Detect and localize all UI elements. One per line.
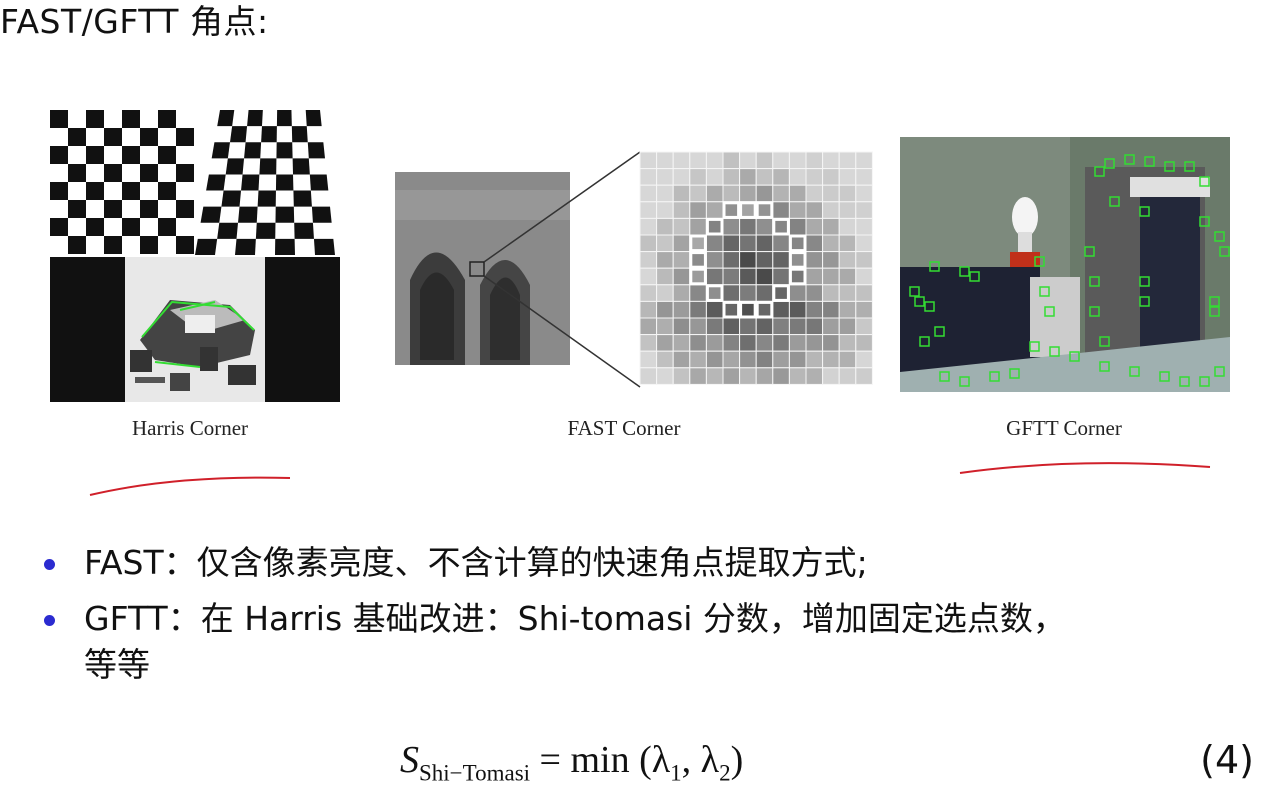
- formula-rhs: = min (λ: [539, 739, 671, 781]
- bullet-gftt-text: GFTT：在 Harris 基础改进：Shi-tomasi 分数，增加固定选点数…: [84, 599, 1066, 638]
- gftt-corner-image: [900, 137, 1230, 392]
- bullet-list: FAST：仅含像素亮度、不含计算的快速角点提取方式; GFTT：在 Harris…: [44, 540, 1254, 698]
- formula-close: ): [730, 739, 744, 781]
- slide-title: FAST/GFTT 角点:: [0, 2, 269, 41]
- red-underline-gftt: [959, 462, 1211, 474]
- bullet-dot: [44, 615, 55, 626]
- formula-subscript: Shi−Tomasi: [419, 760, 531, 786]
- bullet-fast: FAST：仅含像素亮度、不含计算的快速角点提取方式;: [44, 540, 1254, 586]
- gftt-caption: GFTT Corner: [1006, 416, 1122, 440]
- fast-caption: FAST Corner: [567, 416, 681, 440]
- red-underline-harris: [89, 476, 291, 496]
- shi-tomasi-formula: SShi−Tomasi = min (λ1, λ2): [400, 738, 743, 787]
- bullet-gftt-continuation: 等等: [84, 645, 150, 684]
- formula-symbol: S: [400, 739, 419, 781]
- harris-caption: Harris Corner: [131, 416, 249, 440]
- formula-sub2: 2: [719, 760, 731, 786]
- bullet-dot: [44, 559, 55, 570]
- bullet-fast-text: FAST：仅含像素亮度、不含计算的快速角点提取方式;: [84, 543, 868, 582]
- harris-corner-image: [50, 105, 340, 405]
- bullet-gftt: GFTT：在 Harris 基础改进：Shi-tomasi 分数，增加固定选点数…: [44, 596, 1254, 688]
- fast-corner-image: [395, 151, 873, 388]
- equation-number: (4): [1200, 738, 1254, 782]
- fast-pixel-grid: [639, 151, 873, 385]
- formula-mid: , λ: [681, 739, 720, 781]
- formula-sub1: 1: [670, 760, 682, 786]
